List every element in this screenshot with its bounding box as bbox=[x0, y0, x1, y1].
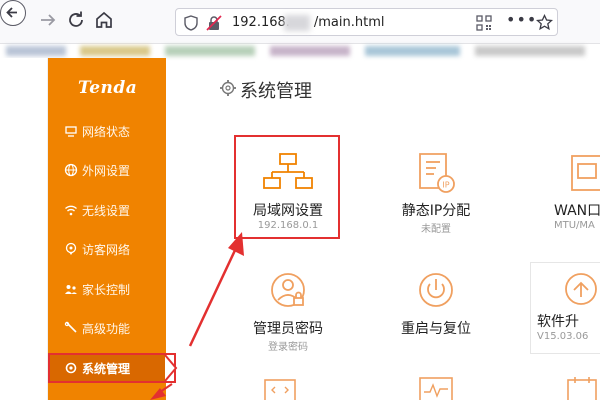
tile-name: 静态IP分配 bbox=[401, 203, 471, 219]
monitor-icon bbox=[419, 377, 453, 400]
sidebar-item-label: 网络状态 bbox=[82, 125, 131, 139]
tile-subtext: V15.03.06 bbox=[537, 331, 589, 342]
tile-name: 管理员密码 bbox=[253, 321, 323, 337]
tile-static-ip[interactable]: IP 静态IP分配 未配置 bbox=[376, 140, 496, 240]
tile-subtext: 未配置 bbox=[421, 224, 451, 235]
network-status-icon bbox=[65, 126, 77, 137]
wrench-icon bbox=[64, 321, 77, 333]
back-button[interactable] bbox=[0, 0, 26, 26]
insecure-lock-icon[interactable] bbox=[206, 15, 222, 31]
tenda-logo: Tenda bbox=[78, 78, 138, 98]
more-actions-icon[interactable]: ••• bbox=[506, 10, 537, 29]
svg-text:IP: IP bbox=[442, 181, 449, 190]
page-left-margin bbox=[0, 58, 48, 400]
code-icon bbox=[264, 379, 296, 400]
parental-icon bbox=[65, 285, 77, 294]
tile-admin-password[interactable]: 管理员密码 登录密码 bbox=[228, 258, 348, 358]
upgrade-icon bbox=[565, 273, 597, 305]
tile-reboot-reset[interactable]: 重启与复位 bbox=[376, 258, 496, 358]
bookmark-blur[interactable] bbox=[475, 46, 585, 56]
url-redaction-blur bbox=[284, 15, 310, 31]
reload-icon[interactable] bbox=[64, 8, 88, 32]
sidebar-item-label: 外网设置 bbox=[82, 164, 131, 178]
star-bookmark-icon[interactable] bbox=[536, 14, 553, 31]
wifi-icon bbox=[65, 205, 77, 216]
page-title: 系统管理 bbox=[240, 81, 312, 102]
calendar-icon bbox=[567, 377, 597, 400]
bookmarks-bar bbox=[0, 44, 600, 58]
shield-icon[interactable] bbox=[184, 15, 198, 31]
sidebar-item-guest-network[interactable]: 访客网络 bbox=[48, 234, 166, 264]
annotation-highlight-box bbox=[48, 353, 176, 383]
browser-toolbar: 192.168. /main.html ••• bbox=[0, 0, 600, 44]
sidebar-item-wireless-settings[interactable]: 无线设置 bbox=[48, 195, 166, 225]
wan-port-icon bbox=[571, 155, 600, 191]
address-bar[interactable]: 192.168. /main.html ••• bbox=[175, 8, 558, 36]
tile-subtext: MTU/MA bbox=[554, 220, 595, 231]
back-arrow-icon bbox=[6, 7, 17, 18]
power-icon bbox=[419, 273, 453, 307]
sidebar-item-network-status[interactable]: 网络状态 bbox=[48, 116, 166, 146]
tile-software-upgrade[interactable]: 软件升 V15.03.06 bbox=[530, 262, 600, 354]
tile-name: WAN口 bbox=[554, 203, 600, 219]
annotation-pointer-icon bbox=[164, 354, 178, 382]
globe-icon bbox=[64, 163, 78, 177]
static-ip-icon: IP bbox=[419, 153, 455, 193]
tile-name: 重启与复位 bbox=[401, 321, 471, 337]
tile-wan-port[interactable]: WAN口 MTU/MA bbox=[526, 140, 600, 240]
sidebar-item-wan-settings[interactable]: 外网设置 bbox=[48, 155, 166, 185]
url-prefix: 192.168. bbox=[232, 15, 290, 30]
bookmark-blur[interactable] bbox=[6, 46, 66, 56]
admin-password-icon bbox=[271, 273, 305, 307]
bookmark-blur[interactable] bbox=[270, 46, 350, 56]
sidebar-item-parental-control[interactable]: 家长控制 bbox=[48, 274, 166, 304]
sidebar-item-advanced[interactable]: 高级功能 bbox=[48, 313, 166, 343]
tile-subtext: 登录密码 bbox=[268, 342, 308, 353]
guest-icon bbox=[65, 242, 77, 255]
sidebar-item-label: 高级功能 bbox=[82, 322, 131, 336]
bookmark-blur[interactable] bbox=[165, 46, 255, 56]
sidebar-item-label: 家长控制 bbox=[82, 283, 131, 297]
url-suffix: /main.html bbox=[313, 15, 385, 30]
annotation-highlight-box bbox=[234, 135, 340, 239]
settings-gear-icon bbox=[220, 80, 236, 96]
bookmark-blur[interactable] bbox=[365, 46, 460, 56]
sidebar-item-label: 无线设置 bbox=[82, 204, 131, 218]
tile-name: 软件升 bbox=[537, 314, 579, 330]
sidebar-item-label: 访客网络 bbox=[82, 243, 131, 257]
bookmark-blur[interactable] bbox=[80, 46, 150, 56]
sidebar: Tenda 网络状态 外网设置 无线设置 访客网络 家长控制 高级功能 系统管理 bbox=[48, 58, 166, 400]
qr-code-icon[interactable] bbox=[476, 15, 492, 31]
forward-icon[interactable] bbox=[36, 8, 60, 32]
home-icon[interactable] bbox=[92, 8, 116, 32]
